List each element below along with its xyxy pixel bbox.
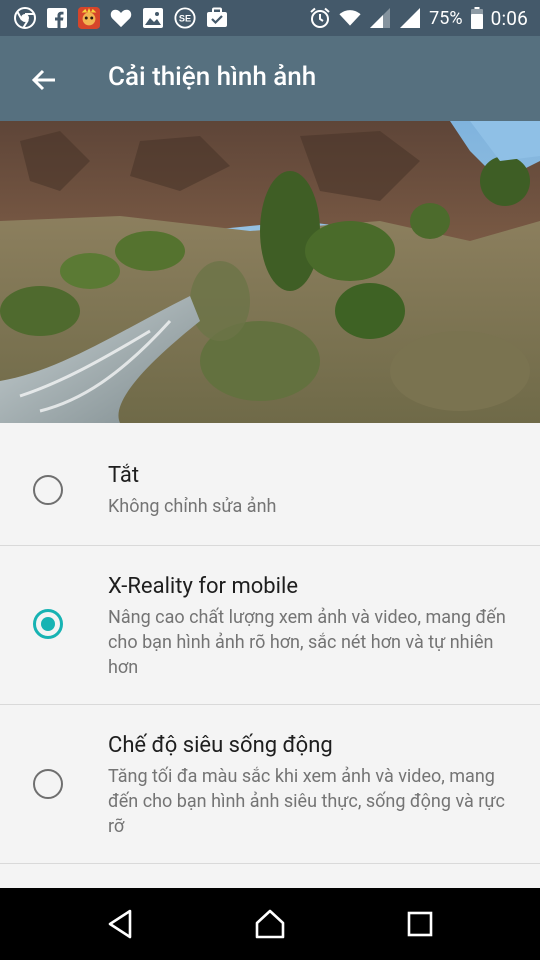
nav-home-icon: [255, 909, 285, 939]
svg-text:SE: SE: [179, 14, 191, 24]
facebook-icon: [46, 7, 68, 29]
option-title: Chế độ siêu sống động: [108, 733, 333, 758]
page-title: Cải thiện hình ảnh: [108, 62, 317, 92]
radio-button[interactable]: [33, 475, 63, 505]
arrow-back-icon: [31, 69, 55, 91]
nav-home-button[interactable]: [250, 904, 290, 944]
signal-icon: [399, 7, 421, 29]
briefcase-icon: [206, 7, 228, 29]
radio-button[interactable]: [33, 769, 63, 799]
option-description: Nâng cao chất lượng xem ảnh và video, ma…: [108, 607, 506, 678]
option-title: X-Reality for mobile: [108, 574, 298, 599]
nav-back-icon: [108, 909, 132, 939]
settings-app-icon: SE: [174, 7, 196, 29]
option-title: Tắt: [108, 463, 140, 488]
heart-icon: [110, 7, 132, 29]
app-bar: Cải thiện hình ảnh: [0, 36, 540, 121]
notification-icons: SE: [14, 6, 228, 30]
option-x-reality[interactable]: X-Reality for mobile Nâng cao chất lượng…: [0, 546, 540, 704]
divider: [0, 863, 540, 864]
preview-image: [0, 121, 540, 423]
option-description: Không chỉnh sửa ảnh: [108, 496, 277, 517]
status-bar: SE 75% 0:06: [0, 0, 540, 36]
battery-percent: 75%: [429, 7, 463, 29]
nav-recents-icon: [407, 911, 433, 937]
back-button[interactable]: [24, 60, 64, 100]
navigation-bar: [0, 888, 540, 960]
option-off[interactable]: Tắt Không chỉnh sửa ảnh: [0, 423, 540, 545]
option-list: Tắt Không chỉnh sửa ảnh X-Reality for mo…: [0, 423, 540, 888]
nav-back-button[interactable]: [100, 904, 140, 944]
alarm-icon: [309, 7, 331, 29]
clock: 0:06: [490, 6, 528, 30]
radio-button-selected[interactable]: [33, 609, 63, 639]
battery-icon: [470, 7, 483, 29]
signal-icon: [369, 7, 391, 29]
gallery-icon: [142, 7, 164, 29]
option-super-vivid[interactable]: Chế độ siêu sống động Tăng tối đa màu sắ…: [0, 705, 540, 863]
game-app-icon: [78, 7, 100, 29]
wifi-icon: [339, 7, 361, 29]
option-description: Tăng tối đa màu sắc khi xem ảnh và video…: [108, 766, 505, 837]
nav-recents-button[interactable]: [400, 904, 440, 944]
system-icons: 75% 0:06: [309, 6, 528, 30]
chrome-icon: [14, 7, 36, 29]
